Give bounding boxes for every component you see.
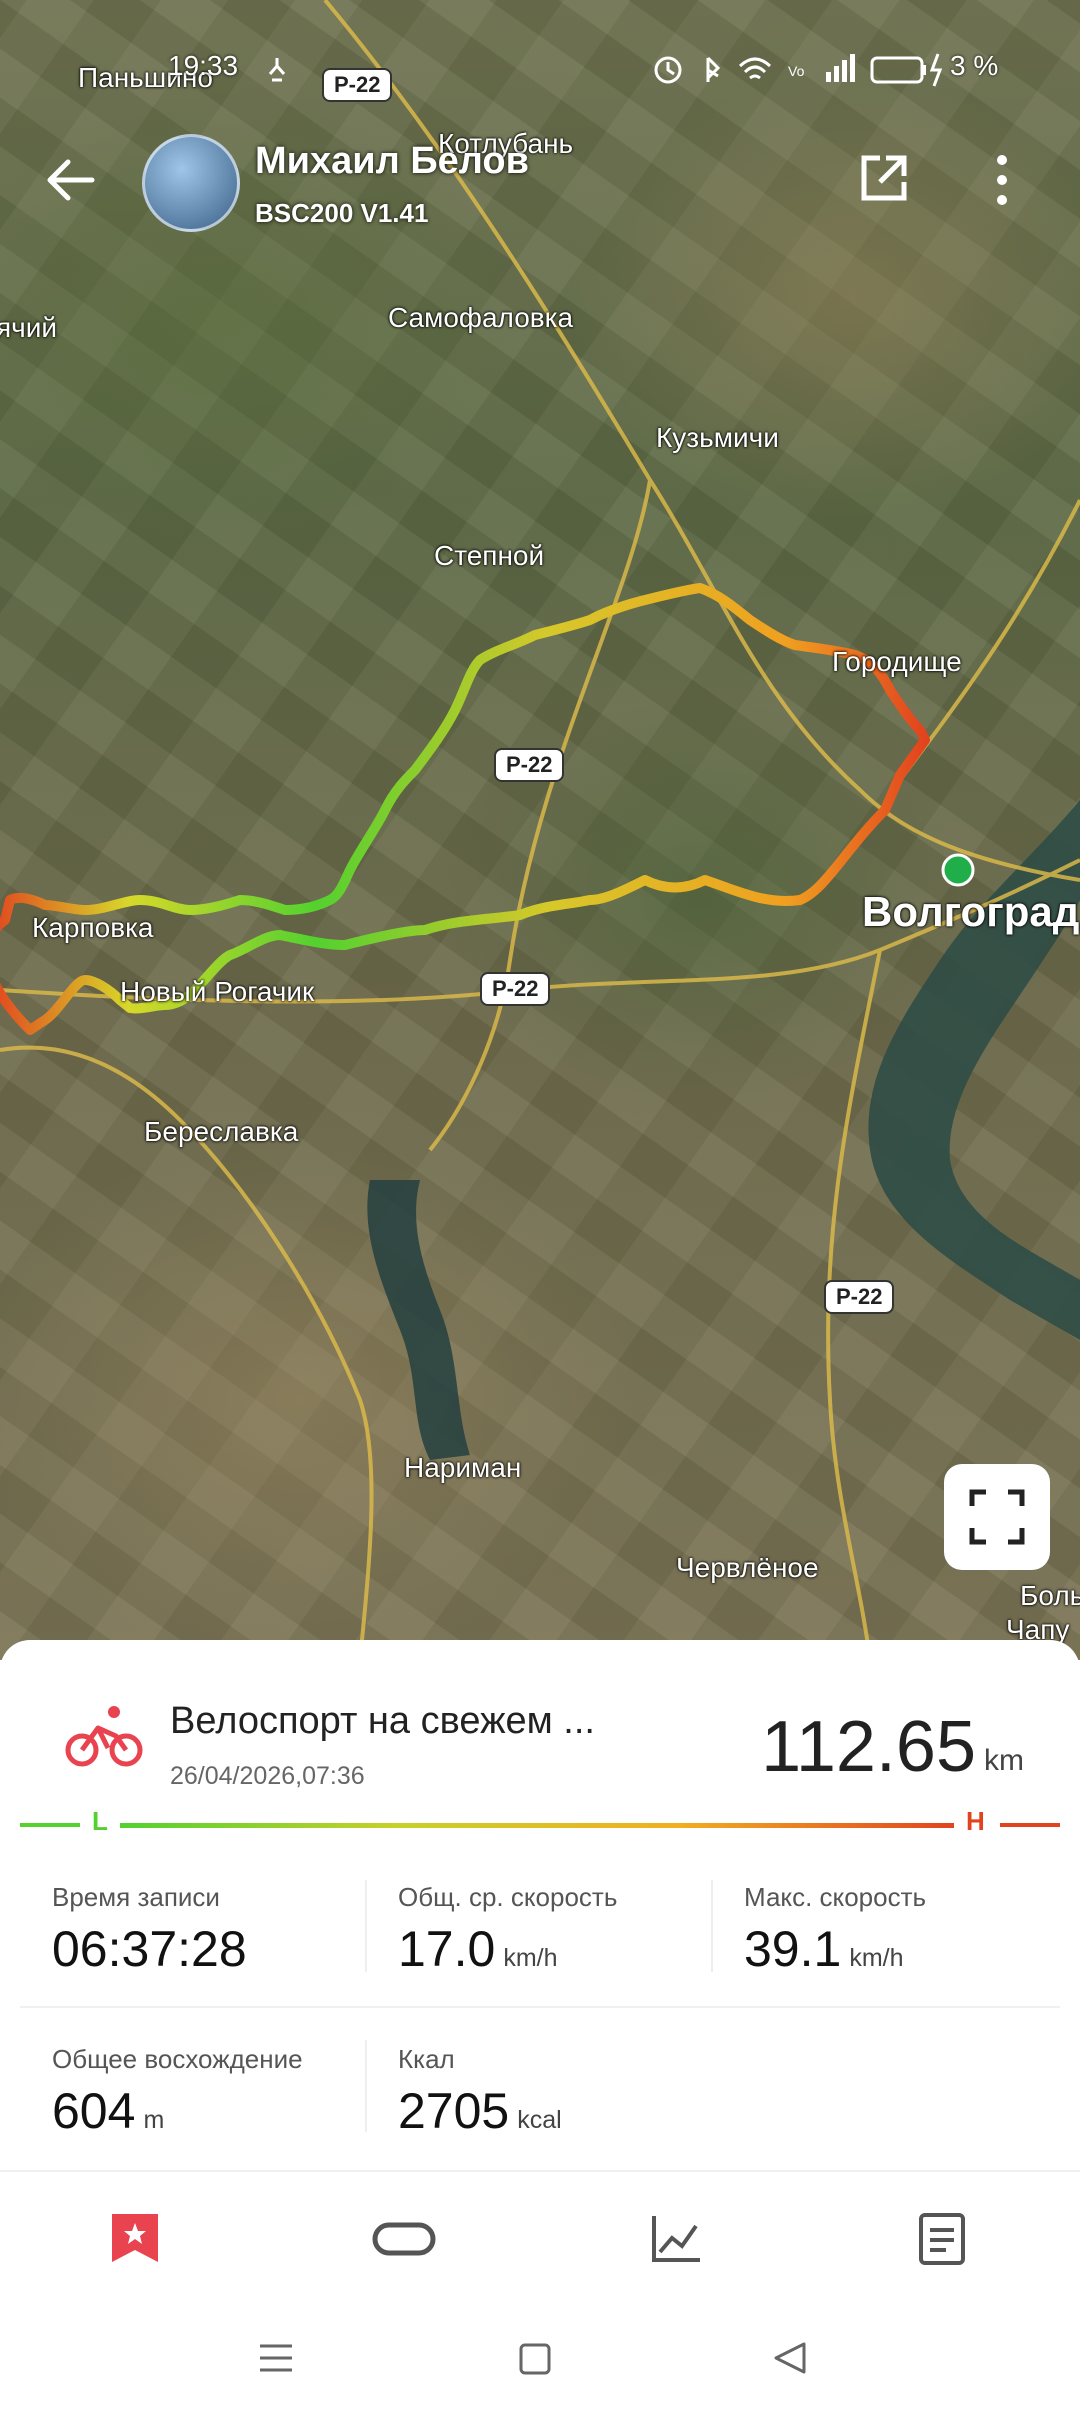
device-version: BSC200 V1.41 (255, 198, 429, 228)
back-nav-icon[interactable] (772, 2340, 808, 2376)
route-map[interactable]: Паньшино Котлубань ячий Самофаловка Кузь… (0, 0, 1080, 1660)
distance-unit: km (984, 1744, 1024, 1777)
user-name: Михаил Белов (255, 140, 529, 182)
roads (0, 0, 1080, 1660)
activity-date: 26/04/2026,07:36 (170, 1762, 365, 1790)
status-time: 19:33 (168, 50, 239, 81)
divider (365, 2040, 367, 2132)
activity-title: Велоспорт на свежем ... (170, 1700, 595, 1742)
legend-low-line (20, 1823, 80, 1827)
metric-number: 17.0 (398, 1921, 496, 1977)
battery-percent: 3 % (950, 50, 999, 81)
metric-value: 17.0 km/h (398, 1920, 558, 1978)
place-label: Кузьмичи (656, 422, 779, 453)
metric-value: 2705 kcal (398, 2082, 562, 2140)
road-badge: Р-22 (480, 972, 551, 1006)
metric-number: 2705 (398, 2083, 510, 2139)
details-tab-icon[interactable] (918, 2212, 966, 2266)
volga-river (868, 800, 1080, 1340)
status-icons: Vo (654, 53, 943, 87)
bottom-tab-bar (0, 2170, 1080, 2302)
metric-number: 06:37:28 (52, 1921, 247, 1977)
place-label: Городище (832, 646, 962, 677)
share-icon[interactable] (858, 152, 910, 204)
metric-unit: km/h (849, 1944, 904, 1972)
start-marker (941, 853, 975, 887)
place-label: Степной (434, 540, 545, 571)
place-label: ячий (0, 312, 58, 343)
chart-tab-icon[interactable] (650, 2214, 702, 2264)
place-label: Карповка (32, 912, 154, 943)
svg-text:Vo: Vo (788, 63, 805, 79)
divider (711, 1880, 713, 1972)
fullscreen-icon (969, 1489, 1025, 1545)
metric-label: Макс. скорость (744, 1882, 927, 1912)
legend-high-label: H (966, 1806, 985, 1836)
place-label-city: Волгоград (862, 888, 1080, 935)
metric-unit: kcal (517, 2106, 562, 2134)
place-label: Нариман (404, 1452, 522, 1483)
metric-label: Время записи (52, 1882, 220, 1912)
system-navigation-bar (0, 2300, 1080, 2412)
place-label: Самофаловка (388, 302, 574, 333)
menu-icon[interactable] (258, 2342, 294, 2374)
road-badge: Р-22 (322, 68, 393, 102)
legend-low-label: L (92, 1806, 108, 1836)
road-badge: Р-22 (824, 1280, 895, 1314)
row-divider (20, 2006, 1060, 2008)
route-track (0, 583, 930, 1035)
place-label: Боль (1020, 1580, 1080, 1611)
place-label: Береславка (144, 1116, 299, 1147)
total-distance: 112.65 (761, 1707, 976, 1787)
favorite-tab-icon[interactable] (110, 2212, 160, 2264)
road-badge: Р-22 (494, 748, 565, 782)
metric-label: Ккал (398, 2044, 455, 2074)
more-icon[interactable] (988, 152, 1016, 208)
legend-gradient-bar (120, 1823, 954, 1828)
place-label: Червлёное (676, 1552, 819, 1583)
cycling-icon (65, 1706, 143, 1767)
metric-unit: km/h (503, 1944, 558, 1972)
device-tab-icon[interactable] (372, 2222, 436, 2256)
legend-high-line (1000, 1823, 1060, 1827)
map-canvas (0, 0, 1080, 1660)
divider (365, 1880, 367, 1972)
metric-unit: m (143, 2106, 165, 2134)
avatar[interactable] (142, 134, 240, 232)
metric-label: Общ. ср. скорость (398, 1882, 618, 1912)
metric-value: 604 m (52, 2082, 164, 2140)
reservoir (367, 1180, 470, 1460)
activity-status-icon (268, 58, 286, 82)
home-icon[interactable] (518, 2342, 552, 2376)
metric-value: 06:37:28 (52, 1920, 247, 1978)
fullscreen-button[interactable] (944, 1464, 1050, 1570)
metric-label: Общее восхождение (52, 2044, 303, 2074)
place-label: Новый Рогачик (120, 976, 315, 1007)
metric-value: 39.1 km/h (744, 1920, 904, 1978)
metric-number: 39.1 (744, 1921, 842, 1977)
back-arrow-icon[interactable] (46, 156, 98, 204)
metric-number: 604 (52, 2083, 136, 2139)
